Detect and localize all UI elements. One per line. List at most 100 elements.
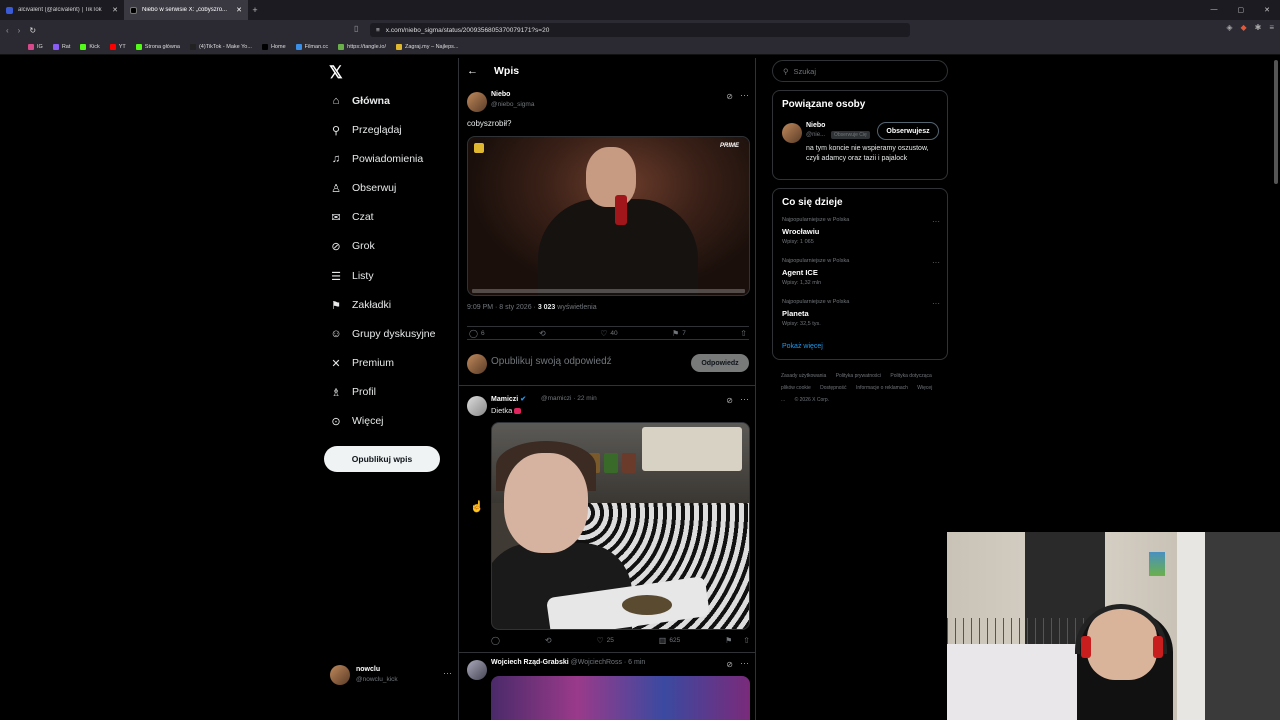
more-options-icon[interactable]: ··· (932, 258, 940, 267)
bookmark-icon: ⚑ (672, 328, 680, 338)
x-logo-icon[interactable]: 𝕏 (329, 63, 343, 83)
post-time[interactable]: 9:09 PM · 8 sty 2026 · (467, 304, 538, 311)
grok-icon[interactable]: ⊘ (726, 660, 733, 669)
author-name[interactable]: Niebo (491, 91, 510, 98)
author-name[interactable]: Wojciech Rząd-Grabski @WojciechRoss · 6 … (491, 659, 645, 666)
url-text[interactable]: x.com/niebo_sigma/status/200935680537007… (386, 27, 550, 34)
reply-input[interactable]: Opublikuj swoją odpowiedź (491, 356, 612, 367)
search-input[interactable]: ⚲ Szukaj (772, 60, 948, 82)
author-handle[interactable]: @niebo_sigma (491, 101, 534, 108)
author-name[interactable]: Mamiczi ✔ (491, 395, 526, 403)
more-options-icon[interactable]: ··· (740, 90, 749, 100)
bookmark-item[interactable]: Rat (52, 44, 70, 50)
avatar[interactable] (467, 92, 487, 112)
nav-item-bookmarks[interactable]: ⚑ Zakładki (330, 293, 391, 317)
shield-icon[interactable]: ◆ (1240, 23, 1246, 32)
minimize-icon[interactable]: — (1211, 6, 1218, 14)
bookmark-button[interactable]: ⚑ ⇧ (725, 636, 750, 645)
bookmark-item[interactable]: YT (109, 44, 126, 50)
bookmark-button[interactable]: ⚑ 7 (672, 329, 686, 338)
comment-video[interactable] (491, 422, 750, 630)
more-options-icon[interactable]: ··· (932, 299, 940, 308)
share-icon[interactable]: ⇧ (743, 636, 750, 645)
puzzle-icon[interactable]: ✱ (1255, 23, 1262, 32)
menu-icon[interactable]: ≡ (1269, 23, 1274, 32)
grok-icon[interactable]: ⊘ (726, 92, 733, 101)
bookmark-page-icon[interactable]: ▯ (354, 24, 358, 33)
trend-item[interactable]: Najpopularniejsze w Polska Planeta Wpisy… (782, 299, 940, 335)
bookmark-item[interactable]: Strona główna (135, 44, 180, 50)
grok-icon[interactable]: ⊘ (726, 396, 733, 405)
post-video[interactable]: PRIME (467, 136, 750, 296)
reload-icon[interactable]: ↻ (29, 26, 36, 35)
share-icon: ⇧ (740, 328, 747, 338)
reply-submit-button[interactable]: Odpowiedz (691, 354, 749, 372)
related-name[interactable]: Niebo (806, 122, 825, 129)
site-settings-icon[interactable]: ≡ (376, 27, 380, 34)
views-button[interactable]: ▥ 625 (659, 636, 680, 645)
reply-button[interactable]: ◯ (491, 636, 500, 645)
footer-link[interactable]: Informacje o reklamach (856, 385, 908, 391)
forward-icon[interactable]: › (18, 26, 21, 35)
related-handle[interactable]: @nie... (806, 132, 825, 138)
trend-item[interactable]: Najpopularniejsze w Polska Agent ICE Wpi… (782, 258, 940, 294)
nav-item-home[interactable]: ⌂ Główna (330, 89, 390, 113)
back-arrow-icon[interactable]: ← (467, 65, 478, 77)
bookmark-item[interactable]: Filman.cc (295, 44, 328, 50)
close-window-icon[interactable]: ✕ (1264, 6, 1270, 14)
post-button[interactable]: Opublikuj wpis (324, 446, 440, 472)
nav-item-notifications[interactable]: ♫ Powiadomienia (330, 147, 423, 171)
search-icon: ⚲ (331, 124, 341, 137)
extension-icon[interactable]: ◈ (1226, 23, 1232, 32)
following-button[interactable]: Obserwujesz (877, 122, 939, 140)
nav-item-lists[interactable]: ☰ Listy (330, 264, 374, 288)
address-bar[interactable]: ≡ x.com/niebo_sigma/status/2009356805370… (370, 23, 910, 37)
reply-button[interactable]: ◯ 6 (469, 329, 485, 338)
more-options-icon[interactable]: ··· (740, 658, 749, 668)
footer-link[interactable]: Polityka prywatności (836, 373, 881, 379)
bookmark-item[interactable]: IG (28, 44, 43, 50)
nav-item-more[interactable]: ⊙ Więcej (330, 409, 383, 433)
nav-item-chat[interactable]: ✉ Czat (330, 205, 373, 229)
nav-item-follow[interactable]: ♙ Obserwuj (330, 176, 396, 200)
maximize-icon[interactable]: ▢ (1238, 6, 1245, 14)
comment-media[interactable] (491, 676, 750, 720)
bookmark-item[interactable]: Zagraj.my – Najleps... (396, 44, 459, 50)
close-tab-icon[interactable]: ✕ (236, 6, 242, 14)
nav-item-premium[interactable]: ✕ Premium (330, 351, 394, 375)
scrollbar[interactable] (1274, 60, 1278, 184)
bookmark-item[interactable]: Kick (80, 44, 100, 50)
avatar[interactable] (467, 396, 487, 416)
nav-item-explore[interactable]: ⚲ Przeglądaj (330, 118, 402, 142)
bookmark-icon: ⚑ (331, 299, 341, 312)
nav-item-communities[interactable]: ☺ Grupy dyskusyjne (330, 322, 435, 346)
more-options-icon[interactable]: ··· (443, 668, 452, 678)
post-meta: 9:09 PM · 8 sty 2026 · 3 023 wyświetleni… (467, 304, 597, 311)
back-icon[interactable]: ‹ (6, 26, 9, 35)
new-tab-icon[interactable]: + (248, 5, 262, 15)
repost-button[interactable]: ⟲ (545, 636, 552, 645)
more-options-icon[interactable]: ··· (740, 394, 749, 404)
like-button[interactable]: ♡ 40 (600, 329, 617, 338)
footer-link[interactable]: Zasady użytkowania (781, 373, 826, 379)
bookmark-item[interactable]: Home (261, 44, 286, 50)
trend-item[interactable]: Najpopularniejsze w Polska Wrocławiu Wpi… (782, 217, 940, 253)
footer-link[interactable]: Dostępność (820, 385, 846, 391)
repost-button[interactable]: ⟲ (539, 329, 546, 338)
more-options-icon[interactable]: ··· (932, 217, 940, 226)
home-icon: ⌂ (332, 95, 340, 107)
bookmark-item[interactable]: https://tangle.io/ (338, 44, 386, 50)
bookmark-item[interactable]: (4)TikTok - Make Yo... (189, 44, 252, 50)
show-more-link[interactable]: Pokaż więcej (782, 343, 823, 350)
avatar[interactable] (782, 123, 802, 143)
account-switcher[interactable]: nowclu @nowclu_kick ··· (330, 662, 452, 686)
close-tab-icon[interactable]: ✕ (112, 6, 118, 14)
avatar[interactable] (467, 660, 487, 680)
like-button[interactable]: ♡ 25 (596, 636, 613, 645)
browser-tab-x[interactable]: Niebo w serwisie X: „cobyszro... ✕ (124, 0, 248, 20)
share-button[interactable]: ⇧ (740, 329, 747, 338)
nav-item-profile[interactable]: ♗ Profil (330, 380, 376, 404)
nav-item-grok[interactable]: ⊘ Grok (330, 234, 374, 258)
browser-tab-tiktok[interactable]: alcivalent (@alcivalent) | TikTok ✕ (0, 0, 124, 20)
author-handle[interactable]: @mamiczi · 22 min (541, 395, 597, 402)
